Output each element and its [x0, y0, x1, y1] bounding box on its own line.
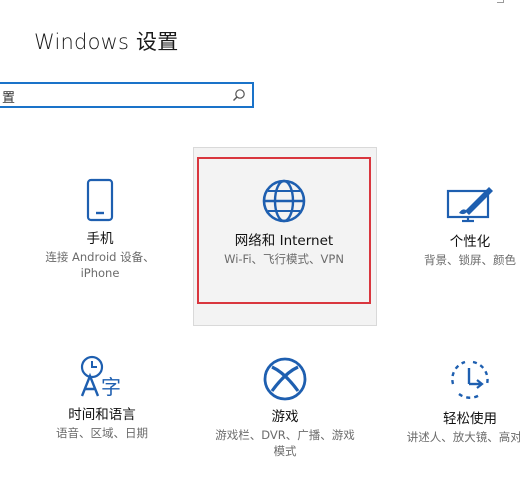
tile-desc: 语音、区域、日期 — [56, 426, 148, 440]
tile-title: 网络和 Internet — [234, 233, 334, 249]
xbox-icon — [263, 357, 307, 401]
tile-personalization[interactable]: 个性化 背景、锁屏、颜色 — [400, 183, 520, 268]
tile-ease-of-access[interactable]: 轻松使用 讲述人、放大镜、高对比 — [400, 358, 520, 445]
search-placeholder: 置 — [2, 91, 16, 106]
ease-of-access-icon — [451, 360, 489, 399]
tile-desc: 讲述人、放大镜、高对比 — [406, 430, 520, 444]
tile-phone[interactable]: 手机 连接 Android 设备、 iPhone — [20, 178, 180, 281]
tile-network-internet[interactable]: 网络和 Internet Wi-Fi、飞行模式、VPN — [197, 178, 371, 267]
search-input[interactable]: 置 — [0, 82, 254, 108]
time-language-icon: 字 — [80, 355, 121, 398]
search-icon[interactable] — [232, 88, 246, 102]
page-title: Windows 设置 — [34, 30, 179, 54]
tile-title: 轻松使用 — [443, 411, 497, 427]
tile-desc: 游戏栏、DVR、广播、游戏 模式 — [215, 428, 355, 458]
tile-desc: 连接 Android 设备、 iPhone — [45, 250, 155, 280]
tile-time-language[interactable]: 字 时间和语言 语音、区域、日期 — [22, 354, 182, 441]
phone-icon — [86, 178, 114, 222]
window-edge-mark — [497, 0, 504, 3]
tile-gaming[interactable]: 游戏 游戏栏、DVR、广播、游戏 模式 — [205, 356, 365, 459]
tile-title: 时间和语言 — [68, 407, 136, 423]
tile-desc: Wi-Fi、飞行模式、VPN — [224, 252, 344, 266]
svg-text:字: 字 — [101, 375, 121, 398]
personalization-icon — [446, 187, 493, 223]
globe-icon — [262, 179, 306, 223]
tile-title: 手机 — [86, 231, 114, 247]
tile-desc: 背景、锁屏、颜色 — [424, 253, 516, 267]
tile-title: 游戏 — [271, 409, 299, 425]
tile-title: 个性化 — [449, 234, 491, 250]
